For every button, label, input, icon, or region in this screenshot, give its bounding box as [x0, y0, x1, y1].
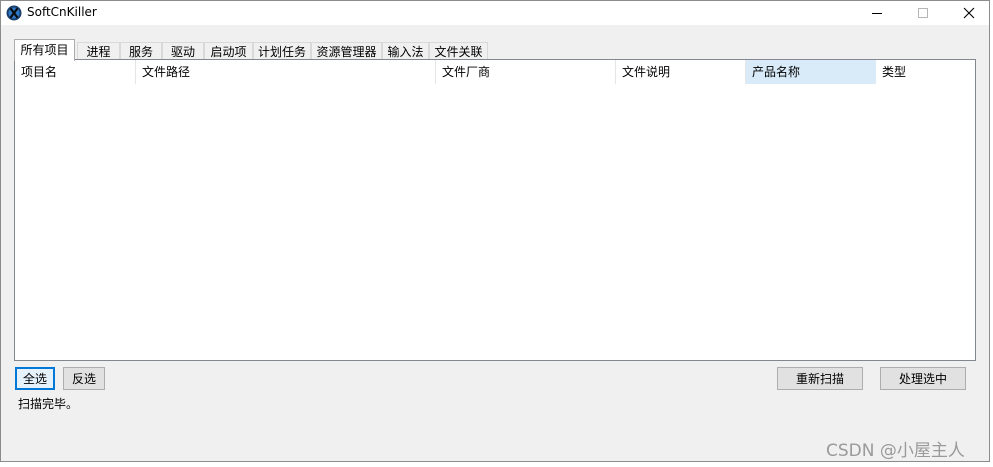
column-header-item-name[interactable]: 项目名	[15, 60, 136, 84]
tab-input-method[interactable]: 输入法	[382, 42, 429, 60]
column-header-type[interactable]: 类型	[876, 60, 975, 84]
app-icon	[6, 5, 22, 21]
minimize-button[interactable]	[854, 1, 900, 25]
minimize-icon	[872, 13, 882, 14]
tab-scheduled-tasks[interactable]: 计划任务	[253, 42, 311, 60]
maximize-icon	[918, 8, 928, 18]
column-header-product-name[interactable]: 产品名称	[746, 60, 876, 84]
tab-drivers[interactable]: 驱动	[162, 42, 204, 60]
tab-startup[interactable]: 启动项	[204, 42, 253, 60]
close-button[interactable]	[946, 1, 992, 25]
column-header-file-vendor[interactable]: 文件厂商	[436, 60, 616, 84]
window-title: SoftCnKiller	[27, 5, 97, 19]
items-list[interactable]: 项目名 文件路径 文件厂商 文件说明 产品名称 类型	[14, 59, 976, 361]
tab-explorer[interactable]: 资源管理器	[311, 42, 382, 60]
tab-file-association[interactable]: 文件关联	[429, 42, 488, 60]
tab-services[interactable]: 服务	[120, 42, 162, 60]
maximize-button[interactable]	[900, 1, 946, 25]
app-window: SoftCnKiller 所有项目 进程 服务 驱动 启动项 计划任务 资源管理…	[0, 0, 990, 462]
process-selected-button[interactable]: 处理选中	[880, 367, 966, 390]
column-header-file-path[interactable]: 文件路径	[136, 60, 436, 84]
close-icon	[963, 7, 975, 19]
select-all-button[interactable]: 全选	[15, 367, 55, 390]
invert-selection-button[interactable]: 反选	[63, 367, 105, 390]
rescan-button[interactable]: 重新扫描	[777, 367, 863, 390]
column-header-file-description[interactable]: 文件说明	[616, 60, 746, 84]
tab-processes[interactable]: 进程	[77, 42, 120, 60]
background-strip	[0, 462, 993, 467]
tab-all-items[interactable]: 所有项目	[14, 39, 75, 61]
status-text: 扫描完毕。	[18, 397, 79, 411]
watermark: CSDN @小屋主人	[826, 441, 965, 461]
title-bar[interactable]: SoftCnKiller	[1, 1, 989, 25]
